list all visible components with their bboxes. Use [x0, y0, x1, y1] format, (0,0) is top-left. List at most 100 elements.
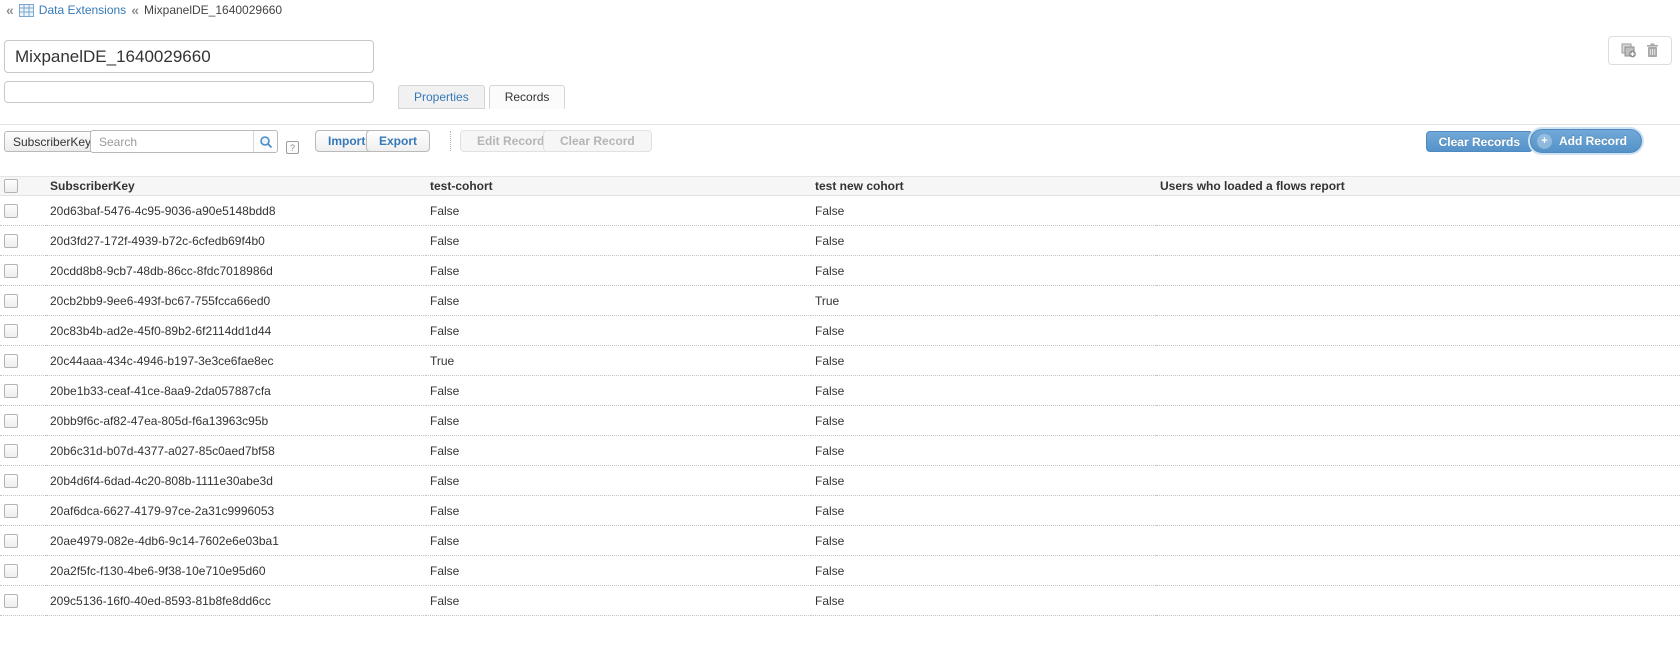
row-checkbox[interactable] [4, 474, 18, 488]
help-icon[interactable]: ? [286, 141, 299, 154]
cell-flows-report [1156, 346, 1680, 376]
cell-test-new-cohort: False [811, 256, 1156, 286]
table-row[interactable]: 20c83b4b-ad2e-45f0-89b2-6f2114dd1d44 Fal… [0, 316, 1680, 346]
export-button[interactable]: Export [366, 130, 430, 152]
row-checkbox[interactable] [4, 354, 18, 368]
extension-description-input[interactable] [4, 81, 374, 103]
cell-test-new-cohort: False [811, 406, 1156, 436]
cell-subscriber-key: 20c83b4b-ad2e-45f0-89b2-6f2114dd1d44 [46, 316, 426, 346]
corner-actions-group [1608, 36, 1672, 65]
cell-test-cohort: False [426, 526, 811, 556]
cell-test-cohort: False [426, 376, 811, 406]
cell-test-new-cohort: False [811, 436, 1156, 466]
search-field-dropdown-value: SubscriberKey [13, 135, 91, 149]
cell-test-cohort: False [426, 406, 811, 436]
add-record-label: Add Record [1559, 134, 1627, 148]
cell-test-new-cohort: False [811, 376, 1156, 406]
extension-name-input[interactable] [4, 40, 374, 73]
cell-test-cohort: False [426, 466, 811, 496]
toolbar-separator [450, 131, 451, 151]
row-checkbox[interactable] [4, 504, 18, 518]
add-record-button[interactable]: + Add Record [1530, 129, 1642, 153]
cell-test-cohort: True [426, 346, 811, 376]
plus-icon: + [1537, 134, 1552, 149]
row-checkbox[interactable] [4, 534, 18, 548]
cell-test-new-cohort: False [811, 496, 1156, 526]
cell-test-new-cohort: False [811, 556, 1156, 586]
column-header-subscriberkey[interactable]: SubscriberKey [46, 177, 426, 196]
table-row[interactable]: 20b4d6f4-6dad-4c20-808b-1111e30abe3d Fal… [0, 466, 1680, 496]
search-box [90, 130, 278, 153]
cell-test-new-cohort: False [811, 346, 1156, 376]
cell-flows-report [1156, 376, 1680, 406]
row-checkbox[interactable] [4, 324, 18, 338]
row-checkbox[interactable] [4, 414, 18, 428]
column-header-test-new-cohort[interactable]: test new cohort [811, 177, 1156, 196]
records-toolbar: SubscriberKey ▾ ? Import Export Edit Rec… [0, 125, 1680, 161]
table-row[interactable]: 209c5136-16f0-40ed-8593-81b8fe8dd6cc Fal… [0, 586, 1680, 616]
data-extension-records-page: « Data Extensions « MixpanelDE_164002966… [0, 0, 1680, 670]
table-row[interactable]: 20be1b33-ceaf-41ce-8aa9-2da057887cfa Fal… [0, 376, 1680, 406]
row-checkbox[interactable] [4, 384, 18, 398]
search-icon [259, 135, 273, 149]
clear-records-button[interactable]: Clear Records [1426, 131, 1533, 152]
cell-test-cohort: False [426, 556, 811, 586]
row-checkbox[interactable] [4, 294, 18, 308]
cell-flows-report [1156, 436, 1680, 466]
cell-subscriber-key: 20be1b33-ceaf-41ce-8aa9-2da057887cfa [46, 376, 426, 406]
search-button[interactable] [253, 131, 277, 152]
column-header-flows-report[interactable]: Users who loaded a flows report [1156, 177, 1680, 196]
cell-flows-report [1156, 226, 1680, 256]
table-row[interactable]: 20c44aaa-434c-4946-b197-3e3ce6fae8ec Tru… [0, 346, 1680, 376]
row-checkbox[interactable] [4, 204, 18, 218]
table-row[interactable]: 20ae4979-082e-4db6-9c14-7602e6e03ba1 Fal… [0, 526, 1680, 556]
table-row[interactable]: 20d63baf-5476-4c95-9036-a90e5148bdd8 Fal… [0, 196, 1680, 226]
cell-test-cohort: False [426, 496, 811, 526]
row-checkbox[interactable] [4, 444, 18, 458]
table-row[interactable]: 20cdd8b8-9cb7-48db-86cc-8fdc7018986d Fal… [0, 256, 1680, 286]
table-header-row: SubscriberKey test-cohort test new cohor… [0, 177, 1680, 196]
cell-test-cohort: False [426, 316, 811, 346]
records-table-body: 20d63baf-5476-4c95-9036-a90e5148bdd8 Fal… [0, 196, 1680, 616]
cell-subscriber-key: 20af6dca-6627-4179-97ce-2a31c9996053 [46, 496, 426, 526]
cell-test-new-cohort: False [811, 316, 1156, 346]
tab-bar: Properties Records [398, 85, 565, 109]
cell-test-cohort: False [426, 436, 811, 466]
cell-test-new-cohort: True [811, 286, 1156, 316]
cell-flows-report [1156, 316, 1680, 346]
cell-subscriber-key: 20a2f5fc-f130-4be6-9f38-10e710e95d60 [46, 556, 426, 586]
clear-record-button[interactable]: Clear Record [543, 130, 652, 152]
cell-test-cohort: False [426, 586, 811, 616]
cell-test-new-cohort: False [811, 226, 1156, 256]
cell-flows-report [1156, 406, 1680, 436]
cell-subscriber-key: 209c5136-16f0-40ed-8593-81b8fe8dd6cc [46, 586, 426, 616]
column-header-test-cohort[interactable]: test-cohort [426, 177, 811, 196]
table-row[interactable]: 20cb2bb9-9ee6-493f-bc67-755fcca66ed0 Fal… [0, 286, 1680, 316]
table-row[interactable]: 20b6c31d-b07d-4377-a027-85c0aed7bf58 Fal… [0, 436, 1680, 466]
copy-move-icon[interactable] [1621, 43, 1637, 58]
table-row[interactable]: 20af6dca-6627-4179-97ce-2a31c9996053 Fal… [0, 496, 1680, 526]
cell-flows-report [1156, 526, 1680, 556]
table-row[interactable]: 20bb9f6c-af82-47ea-805d-f6a13963c95b Fal… [0, 406, 1680, 436]
cell-flows-report [1156, 196, 1680, 226]
cell-flows-report [1156, 256, 1680, 286]
tab-records[interactable]: Records [489, 85, 566, 109]
cell-subscriber-key: 20cdd8b8-9cb7-48db-86cc-8fdc7018986d [46, 256, 426, 286]
table-row[interactable]: 20d3fd27-172f-4939-b72c-6cfedb69f4b0 Fal… [0, 226, 1680, 256]
row-checkbox[interactable] [4, 564, 18, 578]
row-checkbox[interactable] [4, 264, 18, 278]
select-all-checkbox[interactable] [4, 179, 18, 193]
cell-flows-report [1156, 496, 1680, 526]
cell-subscriber-key: 20d63baf-5476-4c95-9036-a90e5148bdd8 [46, 196, 426, 226]
search-input[interactable] [91, 131, 253, 152]
table-row[interactable]: 20a2f5fc-f130-4be6-9f38-10e710e95d60 Fal… [0, 556, 1680, 586]
cell-test-new-cohort: False [811, 196, 1156, 226]
row-checkbox[interactable] [4, 234, 18, 248]
delete-icon[interactable] [1646, 43, 1659, 58]
back-chevron-icon[interactable]: « [6, 3, 14, 17]
cell-subscriber-key: 20b4d6f4-6dad-4c20-808b-1111e30abe3d [46, 466, 426, 496]
tab-properties[interactable]: Properties [398, 85, 485, 109]
row-checkbox[interactable] [4, 594, 18, 608]
cell-subscriber-key: 20b6c31d-b07d-4377-a027-85c0aed7bf58 [46, 436, 426, 466]
breadcrumb-data-extensions-link[interactable]: Data Extensions [39, 3, 126, 17]
